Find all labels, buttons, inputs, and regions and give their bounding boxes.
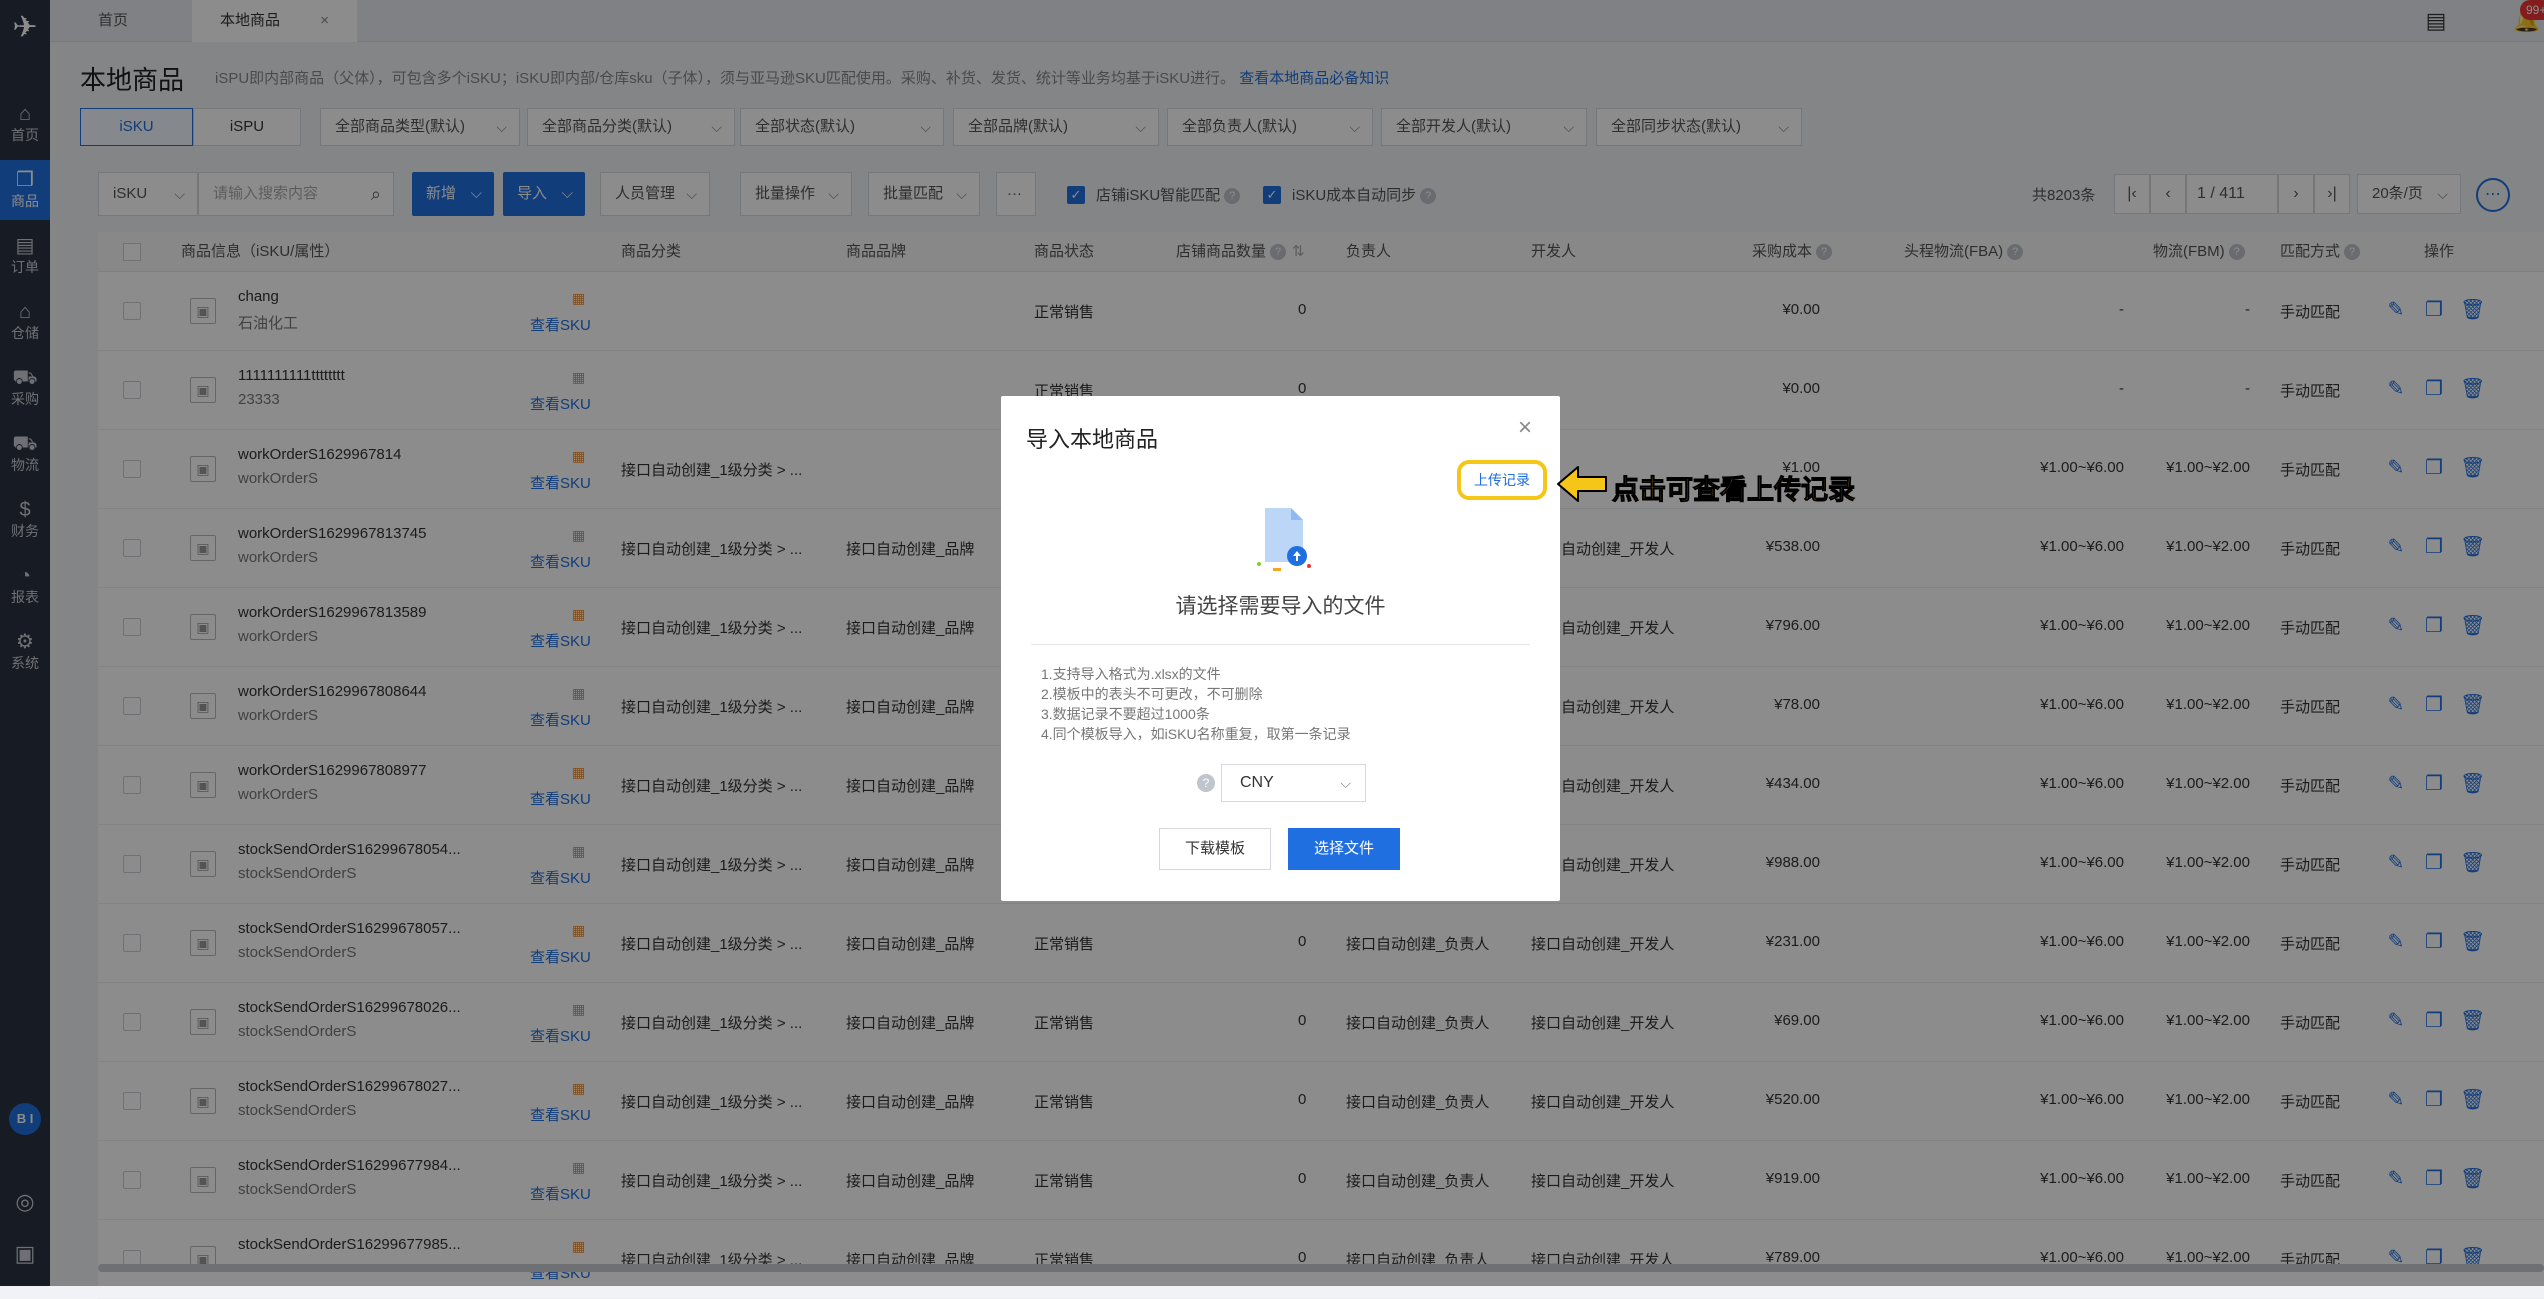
rule-item: 3.数据记录不要超过1000条 [1041, 706, 1210, 722]
close-icon[interactable]: × [1511, 414, 1539, 442]
rule-item: 2.模板中的表头不可更改，不可删除 [1041, 686, 1263, 702]
import-dialog: 导入本地商品 × 上传记录 请选择需要导入的文件 1.支持导入格式为.xlsx的… [1001, 396, 1560, 901]
select-file-prompt: 请选择需要导入的文件 [1175, 595, 1386, 618]
dialog-title: 导入本地商品 [1026, 427, 1159, 452]
upload-records-link[interactable]: 上传记录 [1457, 460, 1547, 500]
help-icon[interactable]: ? [1197, 774, 1215, 792]
choose-file-button[interactable]: 选择文件 [1288, 828, 1400, 870]
annotation-text: 点击可查看上传记录 [1612, 475, 1856, 506]
divider [1031, 644, 1530, 645]
rule-item: 1.支持导入格式为.xlsx的文件 [1041, 666, 1221, 682]
file-upload-icon [1257, 508, 1311, 571]
rule-item: 4.同个模板导入，如iSKU名称重复，取第一条记录 [1041, 726, 1351, 742]
chevron-down-icon: ⌵ [1340, 775, 1351, 791]
import-rules: 1.支持导入格式为.xlsx的文件 2.模板中的表头不可更改，不可删除 3.数据… [1041, 664, 1351, 744]
currency-value: CNY [1240, 774, 1274, 791]
download-template-button[interactable]: 下载模板 [1159, 828, 1271, 870]
left-arrow-icon [1557, 466, 1607, 502]
currency-select[interactable]: CNY ⌵ [1221, 764, 1366, 802]
